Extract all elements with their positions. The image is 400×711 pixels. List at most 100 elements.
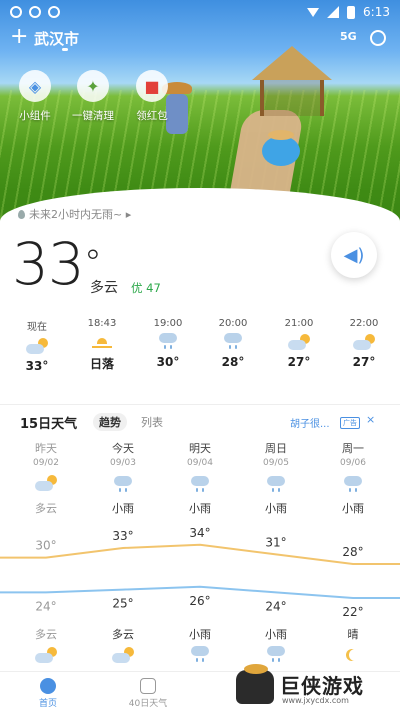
- high-temp-label: 33°: [112, 529, 133, 543]
- day-name: 周一: [342, 442, 364, 455]
- low-temp-label: 25°: [112, 597, 133, 611]
- notification-icon: [10, 6, 22, 18]
- high-temp-label: 30°: [35, 539, 56, 553]
- current-condition: 多云: [90, 280, 118, 296]
- day-name: 昨天: [35, 442, 57, 455]
- high-temp-label: 34°: [189, 526, 210, 540]
- wifi-icon: [307, 8, 320, 17]
- day-date: 09/02: [33, 458, 59, 468]
- high-temp-label: 31°: [265, 535, 286, 549]
- rain-icon: [224, 333, 242, 351]
- status-time: 6:13: [363, 5, 390, 19]
- ad-link[interactable]: 胡子很...: [290, 415, 330, 430]
- nav-home-label: 首页: [38, 699, 57, 709]
- night-item: 小雨: [238, 626, 314, 668]
- day-condition: 小雨: [112, 502, 134, 515]
- status-bar: 6:13: [0, 0, 400, 24]
- hour-time: 22:00: [349, 318, 379, 329]
- hour-item: 20:00 28°: [203, 318, 263, 369]
- hour-time: 现在: [27, 322, 47, 333]
- night-item: 多云: [85, 626, 161, 668]
- app-icon: [48, 6, 60, 18]
- day-column[interactable]: 周日 09/05 小雨: [238, 440, 314, 516]
- page-indicator: [62, 48, 68, 51]
- broom-icon: ✦: [77, 70, 109, 102]
- hour-item: 22:00 27°: [334, 318, 394, 369]
- signal-icon: [327, 6, 340, 18]
- voice-broadcast-button[interactable]: ◀): [331, 232, 377, 278]
- current-temperature: 33°: [12, 234, 102, 294]
- tab-list[interactable]: 列表: [135, 413, 169, 431]
- night-item: 小雨: [162, 626, 238, 668]
- calendar-icon: [140, 678, 156, 694]
- tab-trend[interactable]: 趋势: [93, 413, 127, 431]
- hour-temp: 33°: [25, 359, 49, 373]
- hour-item: 21:00 27°: [269, 318, 329, 369]
- night-condition: 小雨: [189, 628, 211, 641]
- raindrop-icon: [18, 210, 25, 219]
- speaker-icon: ◀): [343, 244, 365, 266]
- rain-icon: [191, 474, 209, 492]
- day-condition: 多云: [35, 502, 57, 515]
- night-condition: 多云: [35, 628, 57, 641]
- day-column[interactable]: 周一 09/06 小雨: [315, 440, 391, 516]
- city-title[interactable]: 武汉市: [34, 28, 79, 49]
- partly-cloudy-icon: [353, 334, 375, 350]
- add-city-button[interactable]: +: [10, 26, 28, 48]
- low-temp-label: 24°: [265, 599, 286, 613]
- rain-notice[interactable]: 未来2小时内无雨~ ▸: [18, 206, 131, 222]
- hour-item: 现在 33°: [7, 318, 67, 373]
- night-item: 多云: [8, 626, 84, 668]
- partly-cloudy-icon: [288, 334, 310, 350]
- settings-icon[interactable]: [370, 30, 386, 46]
- day-column[interactable]: 昨天 09/02 多云: [8, 440, 84, 516]
- rain-icon: [267, 646, 285, 664]
- ad-close-button[interactable]: ×: [366, 413, 375, 426]
- low-temp-label: 22°: [342, 605, 363, 619]
- hour-time: 19:00: [153, 318, 183, 329]
- nav-40day[interactable]: 40日天气: [118, 678, 178, 709]
- hour-time: 18:43: [87, 318, 117, 329]
- rain-icon: [114, 474, 132, 492]
- day-condition: 小雨: [189, 502, 211, 515]
- hour-temp: 28°: [221, 355, 245, 369]
- partly-cloudy-icon: [35, 475, 57, 491]
- night-condition: 晴: [347, 628, 359, 641]
- hut-illustration: [252, 46, 332, 116]
- day-date: 09/05: [263, 458, 289, 468]
- night-condition: 小雨: [265, 628, 287, 641]
- hour-item: 19:00 30°: [138, 318, 198, 369]
- layers-icon: ◈: [19, 70, 51, 102]
- temp-value: 33: [12, 230, 85, 298]
- partly-cloudy-icon: [112, 647, 134, 663]
- battery-icon: [347, 5, 356, 19]
- rain-icon: [267, 474, 285, 492]
- high-temp-line: [0, 543, 400, 565]
- nav-home[interactable]: 首页: [18, 678, 78, 709]
- aqi-badge[interactable]: 优 47: [131, 280, 161, 296]
- rain-icon: [344, 474, 362, 492]
- hour-temp: 27°: [352, 355, 376, 369]
- rain-notice-text: 未来2小时内无雨~: [29, 208, 123, 221]
- day-name: 周日: [265, 442, 287, 455]
- day-column[interactable]: 今天 09/03 小雨: [85, 440, 161, 516]
- day-column[interactable]: 明天 09/04 小雨: [162, 440, 238, 516]
- day-condition: 小雨: [265, 502, 287, 515]
- moon-icon: [349, 649, 361, 661]
- day-condition: 小雨: [342, 502, 364, 515]
- day-name: 明天: [189, 442, 211, 455]
- forecast-title: 15日天气: [20, 417, 78, 432]
- low-temp-label: 24°: [35, 599, 56, 613]
- watermark-url: www.jxycdx.com: [282, 696, 349, 705]
- nav-40day-label: 40日天气: [128, 699, 168, 709]
- hourly-forecast[interactable]: 现在 33° 18:43 日落 19:00 30° 20:00 28° 21:0…: [0, 318, 400, 380]
- watermark: 巨侠游戏 www.jxycdx.com: [236, 664, 396, 710]
- red-packet-icon: ■: [136, 70, 168, 102]
- day-date: 09/03: [110, 458, 136, 468]
- red-packet-button[interactable]: ■ 领红包: [117, 70, 187, 123]
- temperature-trend-chart: 30° 33° 34° 31° 28° 24° 25° 26° 24° 22°: [0, 526, 400, 619]
- share-button[interactable]: 5G: [340, 30, 357, 43]
- low-temp-label: 26°: [189, 594, 210, 608]
- watermark-logo-icon: [236, 664, 274, 704]
- top-bar: + 武汉市 5G: [0, 26, 400, 52]
